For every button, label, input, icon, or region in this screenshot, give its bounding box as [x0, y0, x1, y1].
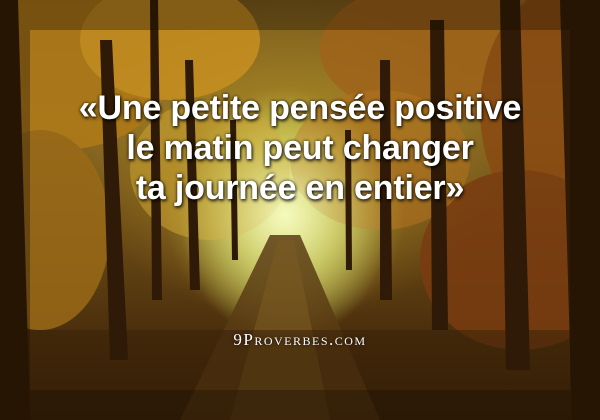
photo-background: «Une petite pensée positive le matin peu… [0, 0, 600, 420]
site-watermark: 9Proverbes.com [0, 330, 600, 350]
quote-text: «Une petite pensée positive le matin peu… [0, 88, 600, 208]
quote-line-1: «Une petite pensée positive [78, 89, 522, 127]
quote-line-3: ta journée en entier» [135, 169, 465, 207]
watermark-text: 9Proverbes.com [233, 330, 367, 349]
forest-illustration [0, 0, 600, 420]
quote-line-2: le matin peut changer [126, 129, 474, 167]
